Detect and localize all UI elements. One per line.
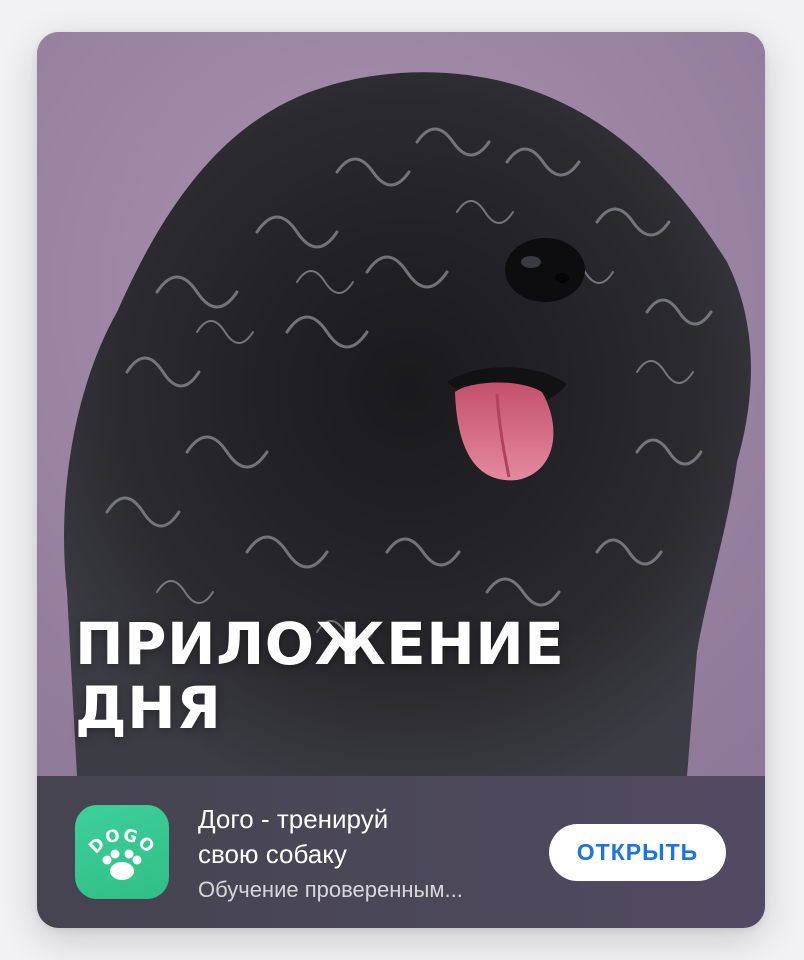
- hero-image: ПРИЛОЖЕНИЕ ДНЯ: [37, 32, 765, 776]
- paw-icon: [102, 849, 142, 880]
- app-title[interactable]: Дого - тренируй свою собаку: [198, 802, 518, 872]
- headline-line-1: ПРИЛОЖЕНИЕ: [75, 610, 565, 678]
- app-of-the-day-card[interactable]: ПРИЛОЖЕНИЕ ДНЯ DOGO Дого - тренируй свою…: [37, 32, 765, 928]
- app-icon[interactable]: DOGO: [75, 805, 169, 899]
- open-button[interactable]: ОТКРЫТЬ: [549, 824, 726, 881]
- app-info-bar: DOGO Дого - тренируй свою собаку Обучени…: [37, 776, 765, 928]
- app-title-line-2: свою собаку: [198, 839, 347, 869]
- app-title-line-1: Дого - тренируй: [198, 804, 389, 834]
- app-icon-label: DOGO: [85, 825, 157, 858]
- app-subtitle: Обучение проверенным...: [198, 877, 463, 902]
- headline-line-2: ДНЯ: [75, 674, 222, 742]
- svg-text:DOGO: DOGO: [85, 825, 158, 858]
- headline: ПРИЛОЖЕНИЕ ДНЯ: [75, 612, 564, 740]
